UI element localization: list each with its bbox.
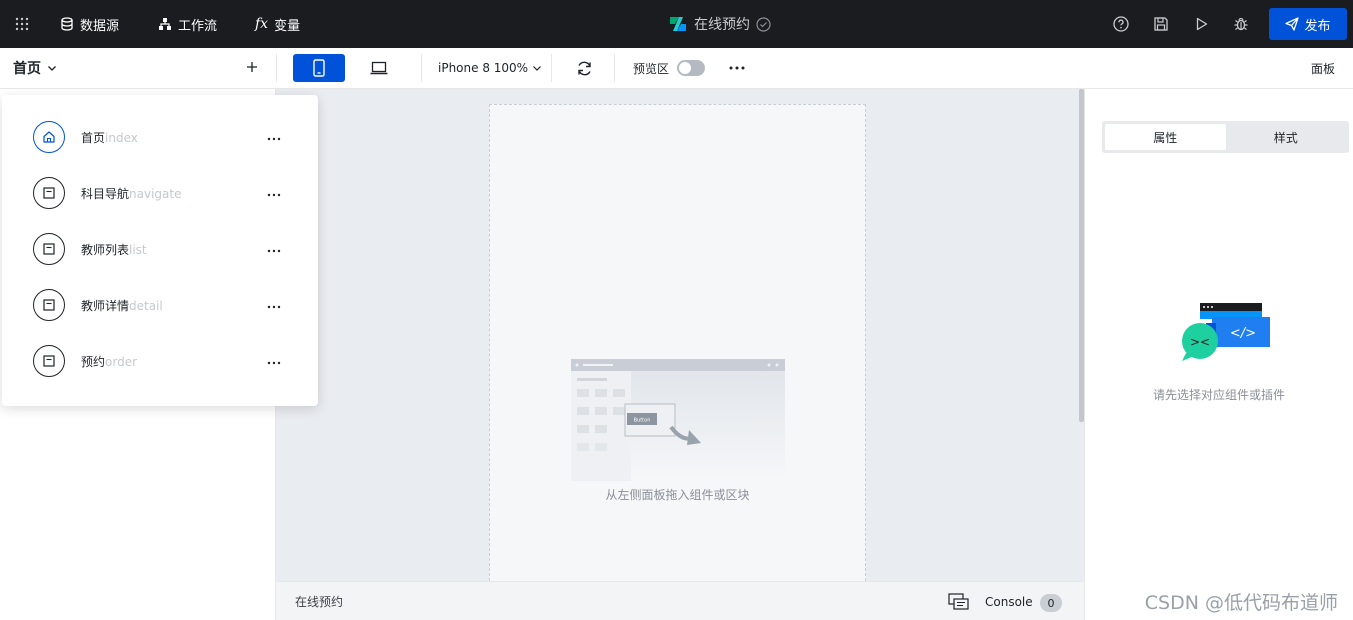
app-logo-icon (670, 17, 686, 31)
page-item-index[interactable]: 首页index (2, 109, 318, 165)
console-count-badge: 0 (1040, 594, 1062, 612)
mobile-view-button[interactable] (293, 54, 345, 82)
drag-illustration: Button (571, 359, 785, 481)
panel-toggle-button[interactable]: 面板 (1311, 48, 1335, 88)
mobile-icon (313, 59, 325, 77)
editor-toolbar: 首页 iPhone 8 100% 预览区 面板 (0, 48, 1353, 89)
page-icon (33, 289, 65, 321)
editor-canvas: Button 从左侧面板拖入组件或区块 (276, 89, 1084, 581)
page-list-dropdown: 首页index 科目导航navigate 教师列表list 教师详情detail… (2, 95, 318, 406)
page-item-label: 首页index (81, 130, 138, 145)
page-selector[interactable]: 首页 (13, 48, 57, 88)
datasource-label: 数据源 (80, 18, 120, 34)
app-title-text: 在线预约 (694, 17, 750, 33)
page-item-list[interactable]: 教师列表list (2, 221, 318, 277)
toggle-knob (679, 62, 691, 74)
drop-hint-text: 从左侧面板拖入组件或区块 (605, 488, 750, 502)
top-bar: 数据源 工作流 fx 变量 在线预约 发布 (0, 0, 1353, 48)
datasource-button[interactable]: 数据源 (60, 0, 119, 48)
phone-frame-dropzone[interactable]: Button 从左侧面板拖入组件或区块 (489, 104, 866, 581)
tab-properties[interactable]: 属性 (1105, 124, 1226, 150)
page-item-label: 科目导航navigate (81, 186, 182, 201)
help-icon[interactable] (1111, 14, 1131, 34)
divider (614, 54, 615, 82)
console-icon[interactable] (948, 593, 970, 611)
page-more-icon[interactable] (264, 130, 284, 144)
watermark: CSDN @低代码布道师 (1144, 592, 1338, 614)
chevron-down-icon (533, 66, 542, 71)
current-page-label: 首页 (13, 61, 41, 77)
workflow-button[interactable]: 工作流 (158, 0, 217, 48)
send-icon (1285, 17, 1300, 31)
console-button[interactable]: Console (985, 582, 1033, 620)
laptop-icon (370, 61, 388, 75)
right-panel: 属性 样式 </> >< 请先选择对应组件或插件 (1084, 89, 1353, 620)
status-bar: 在线预约 Console 0 (276, 581, 1084, 620)
desktop-view-button[interactable] (353, 54, 405, 82)
database-icon (61, 17, 73, 31)
divider (276, 54, 277, 82)
page-more-icon[interactable] (264, 354, 284, 368)
check-circle-icon (756, 16, 771, 32)
apps-grid-icon[interactable] (12, 0, 32, 48)
publish-label: 发布 (1304, 18, 1331, 34)
device-label: iPhone 8 100% (438, 61, 529, 75)
publish-button[interactable]: 发布 (1269, 8, 1347, 40)
page-more-icon[interactable] (264, 242, 284, 256)
page-more-icon[interactable] (264, 186, 284, 200)
illus-button-label: Button (634, 418, 651, 424)
play-icon[interactable] (1191, 14, 1211, 34)
refresh-icon[interactable] (574, 58, 594, 78)
chat-glyph: >< (1190, 335, 1210, 349)
tab-style[interactable]: 样式 (1226, 124, 1347, 150)
empty-state-text: 请先选择对应组件或插件 (1152, 388, 1285, 402)
page-item-order[interactable]: 预约order (2, 333, 318, 389)
add-page-icon[interactable] (243, 58, 261, 76)
page-more-icon[interactable] (264, 298, 284, 312)
page-item-label: 教师列表list (81, 242, 147, 257)
page-item-label: 教师详情detail (81, 298, 163, 313)
code-glyph: </> (1230, 326, 1256, 341)
property-tabs: 属性 样式 (1102, 121, 1349, 153)
workflow-label: 工作流 (178, 18, 218, 34)
page-item-label: 预约order (81, 354, 138, 369)
page-icon (33, 345, 65, 377)
empty-state-illustration: </> >< (1182, 303, 1270, 361)
chevron-down-icon (48, 66, 56, 71)
variable-label: 变量 (274, 18, 301, 34)
function-icon: fx (255, 16, 269, 32)
page-item-navigate[interactable]: 科目导航navigate (2, 165, 318, 221)
bug-icon[interactable] (1231, 14, 1251, 34)
app-title[interactable]: 在线预约 (668, 0, 771, 48)
divider (421, 54, 422, 82)
preview-label: 预览区 (633, 61, 670, 76)
home-icon (33, 121, 65, 153)
page-icon (33, 233, 65, 265)
more-options-icon[interactable] (727, 58, 747, 78)
save-icon[interactable] (1151, 14, 1171, 34)
preview-toggle[interactable] (677, 60, 705, 76)
divider (551, 54, 552, 82)
status-app-title: 在线预约 (295, 595, 344, 609)
variable-button[interactable]: fx 变量 (255, 0, 300, 48)
page-item-detail[interactable]: 教师详情detail (2, 277, 318, 333)
device-selector[interactable]: iPhone 8 100% (438, 48, 542, 88)
page-icon (33, 177, 65, 209)
workflow-icon (159, 18, 171, 30)
